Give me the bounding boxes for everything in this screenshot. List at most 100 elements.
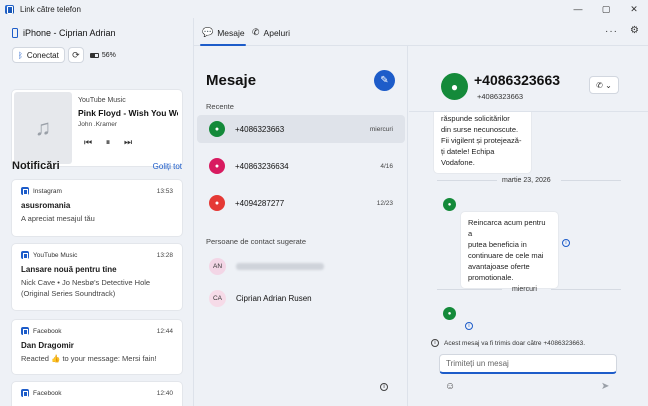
message-info-icon[interactable]: i	[562, 239, 570, 247]
date-divider: martie 23, 2026	[502, 177, 551, 184]
gear-icon[interactable]: ⚙	[630, 25, 639, 36]
notification-app: YouTube Music	[33, 251, 78, 259]
app-icon	[21, 251, 29, 259]
battery-percent: 56%	[101, 51, 116, 59]
device-info: iPhone - Ciprian Adrian	[12, 28, 116, 38]
sync-button[interactable]: ⟳	[67, 47, 84, 63]
message-bubble: răspunde solicitărilor din surse necunos…	[434, 108, 531, 173]
suggested-contact[interactable]: CA Ciprian Adrian Rusen	[197, 285, 405, 311]
tab-label: Apeluri	[263, 27, 291, 38]
battery-icon	[89, 52, 99, 58]
window-controls: — ▢ ✕	[564, 0, 648, 18]
notification-card[interactable]: YouTube Music 13:28 Lansare nouă pentru t…	[12, 244, 182, 310]
message-input-box	[439, 354, 617, 374]
recent-label: Recente	[206, 102, 234, 111]
message-line: Vodafone.	[441, 158, 475, 167]
notifications-title: Notificări	[12, 160, 60, 172]
messages-title: Mesaje	[206, 72, 257, 89]
person-avatar-icon: ●	[443, 307, 456, 320]
notification-card[interactable]: Facebook 12:40	[12, 382, 182, 406]
maximize-icon[interactable]: ▢	[592, 0, 620, 18]
notification-app: Instagram	[33, 187, 62, 195]
more-options-icon[interactable]: ···	[605, 26, 618, 37]
suggested-contact[interactable]: AN	[197, 253, 405, 279]
notification-body: Reacted 👍 to your message: Mersi fain!	[21, 354, 157, 363]
tab-messages[interactable]: 💬 Mesaje	[202, 27, 245, 38]
next-track-icon[interactable]: ⏭	[118, 134, 138, 150]
clear-all-button[interactable]: Goliți tot	[153, 162, 182, 171]
close-icon[interactable]: ✕	[620, 0, 648, 18]
day-divider-line	[437, 289, 502, 290]
message-line: putea beneficia in	[468, 240, 527, 249]
battery-status: 56%	[89, 51, 116, 59]
contact-name: Ciprian Adrian Rusen	[236, 293, 312, 303]
message-line: Reincarca acum pentru a	[468, 218, 546, 238]
app-icon	[21, 187, 29, 195]
phone-call-icon: ✆ ⌄	[596, 80, 612, 90]
conversation-date: miercuri	[369, 125, 393, 133]
conversation-name: +4086323663	[235, 124, 285, 134]
sync-icon: ⟳	[72, 49, 80, 60]
notification-time: 12:40	[156, 389, 173, 397]
person-avatar-icon: ●	[209, 121, 225, 137]
conversation-item[interactable]: ● +4086323663 miercuri	[197, 115, 405, 143]
tab-calls[interactable]: ✆ Apeluri	[252, 27, 290, 38]
chat-icon: 💬	[202, 27, 214, 37]
connection-status-button[interactable]: ᛒ Conectat	[12, 47, 65, 63]
info-icon[interactable]: i	[380, 383, 388, 391]
person-avatar-icon: ●	[209, 195, 225, 211]
notification-card[interactable]: Facebook 12:44 Dan Dragomir Reacted 👍 to …	[12, 320, 182, 374]
message-info-icon[interactable]: i	[465, 322, 473, 330]
message-input[interactable]	[440, 355, 616, 372]
media-title: Pink Floyd - Wish You Wer...	[78, 108, 178, 118]
send-icon[interactable]: ➤	[601, 381, 609, 392]
notification-card[interactable]: Instagram 13:53 asusromania A apreciat me…	[12, 180, 182, 236]
app-icon	[21, 327, 29, 335]
notification-time: 12:44	[156, 327, 173, 335]
battery-fill	[90, 53, 95, 57]
pause-icon[interactable]: ⏸	[98, 134, 118, 150]
compose-icon: ✎	[380, 75, 389, 86]
conversation-number: +4086323663	[477, 92, 524, 101]
new-message-button[interactable]: ✎	[374, 70, 395, 91]
suggested-contacts-label: Persoane de contact sugerate	[206, 237, 307, 246]
notification-title: Lansare nouă pentru tine	[21, 265, 117, 274]
notification-body: A apreciat mesajul tău	[21, 214, 95, 223]
call-button[interactable]: ✆ ⌄	[589, 76, 619, 94]
conversation-name: +4094287277	[235, 198, 285, 208]
message-bubble: Reincarca acum pentru a putea beneficia …	[461, 212, 558, 288]
conversation-pane: răspunde solicitărilor din surse necunos…	[409, 46, 648, 406]
previous-track-icon[interactable]: ⏮	[78, 134, 98, 150]
contact-initials: CA	[209, 289, 226, 307]
media-player-card: ♫ YouTube Music Pink Floyd - Wish You We…	[12, 90, 182, 166]
phone-call-icon: ✆	[252, 27, 260, 37]
conversation-header: ● +4086323663 +4086323663 ✆ ⌄	[409, 46, 648, 112]
phone-icon	[12, 28, 18, 38]
notification-app: Facebook	[33, 389, 62, 397]
notification-title: Dan Dragomir	[21, 341, 74, 350]
date-divider-line	[561, 180, 621, 181]
conversation-date: 4/16	[380, 162, 393, 170]
person-avatar-icon: ●	[441, 73, 468, 100]
connection-label: Conectat	[26, 50, 59, 60]
conversation-name: +40863236634	[235, 161, 289, 171]
message-line: continuare de cele mai	[468, 251, 544, 260]
top-nav: 💬 Mesaje ✆ Apeluri ··· ⚙	[194, 18, 648, 46]
message-line: răspunde solicitărilor	[441, 114, 510, 123]
date-divider-line	[437, 180, 497, 181]
message-line: promotionale.	[468, 273, 514, 282]
notification-time: 13:53	[156, 187, 173, 195]
person-avatar-icon: ●	[209, 158, 225, 174]
device-name: iPhone - Ciprian Adrian	[23, 28, 116, 38]
conversation-item[interactable]: ● +40863236634 4/16	[197, 152, 405, 180]
message-line: ți datele! Echipa	[441, 147, 495, 156]
sms-notice-text: Acest mesaj va fi trimis doar către +408…	[444, 339, 586, 347]
media-artist: John .Kramer	[78, 121, 118, 128]
title-bar: Link către telefon — ▢ ✕	[0, 0, 648, 18]
conversation-item[interactable]: ● +4094287277 12/23	[197, 189, 405, 217]
day-divider-line	[551, 289, 621, 290]
connection-row: ᛒ Conectat ⟳ 56%	[12, 47, 116, 63]
emoji-icon[interactable]: ☺	[445, 381, 455, 392]
minimize-icon[interactable]: —	[564, 0, 592, 18]
message-line: din surse necunoscute.	[441, 125, 519, 134]
